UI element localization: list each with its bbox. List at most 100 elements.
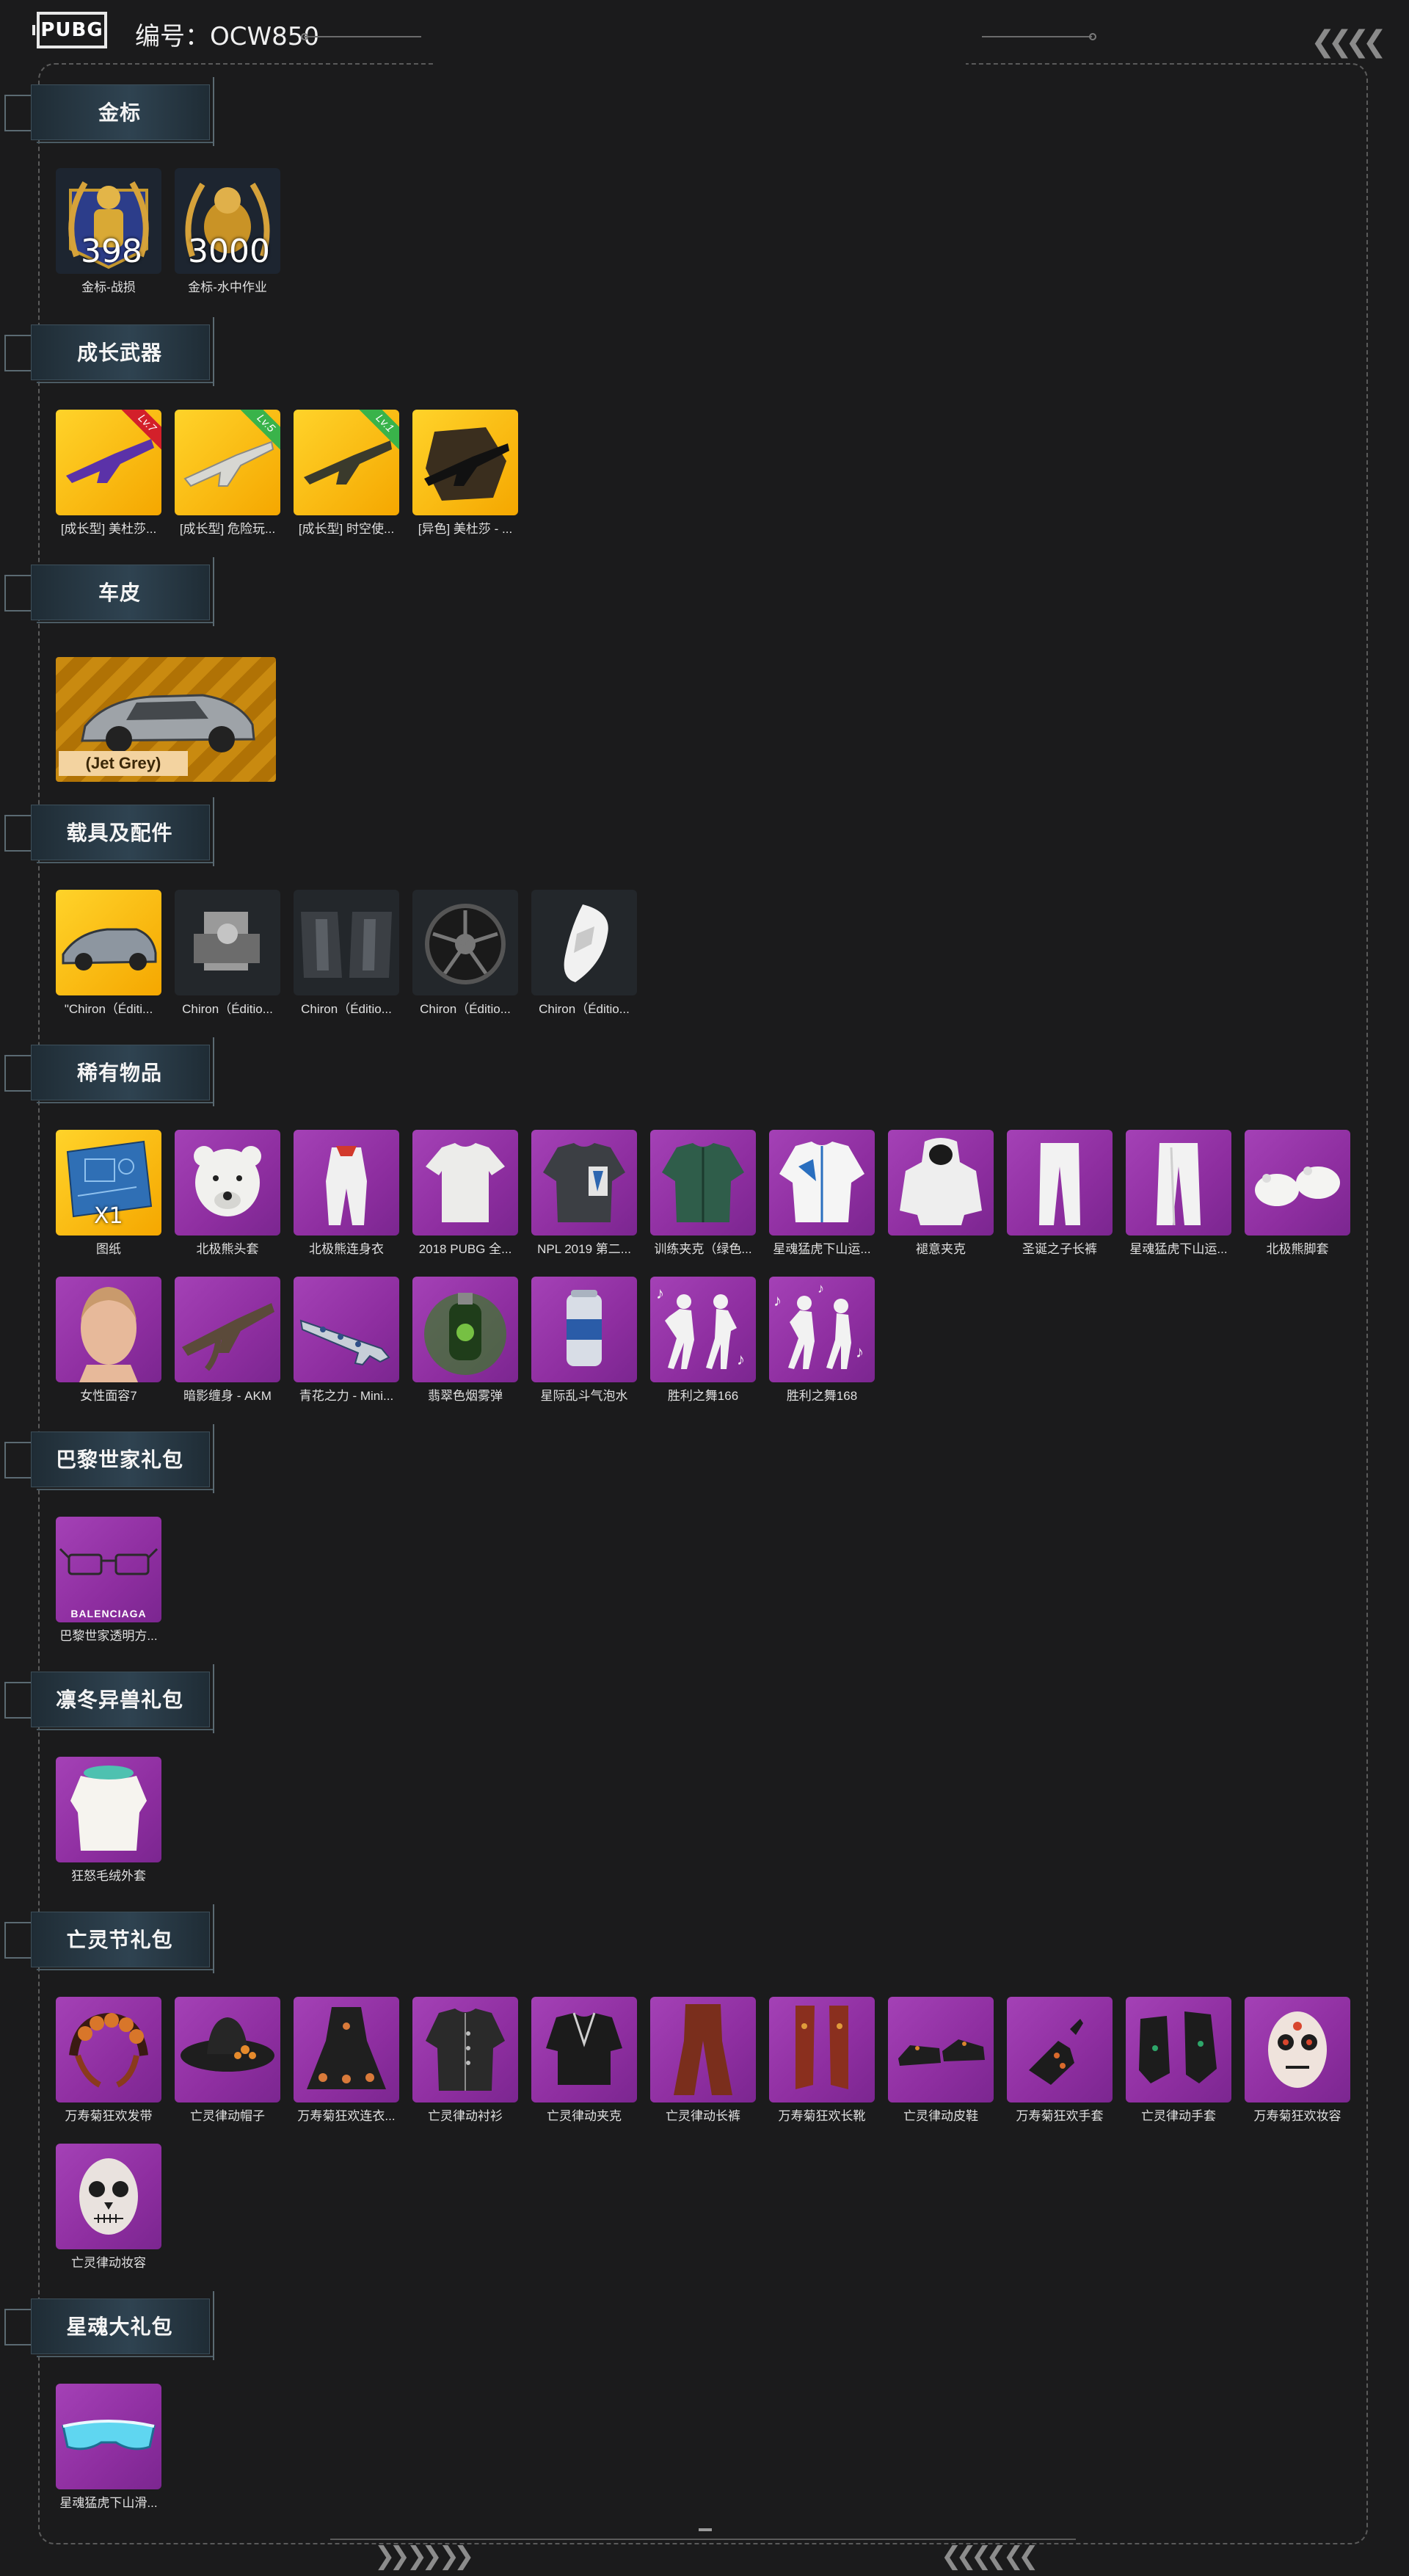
item-vehicle-2[interactable]: Chiron（Éditio... <box>175 890 280 1018</box>
section-header: 巴黎世家礼包 <box>4 1424 214 1493</box>
item-label: 万寿菊狂欢长靴 <box>778 2109 866 2123</box>
item-rare-3[interactable]: 北极熊连身衣 <box>294 1130 399 1258</box>
vehicle-thumb <box>294 890 399 995</box>
item-rare-17[interactable]: ♪ ♪ 胜利之舞166 <box>650 1277 756 1405</box>
item-gold-1[interactable]: 398 金标-战损 <box>56 168 161 297</box>
item-label: 翡翠色烟雾弹 <box>428 1389 503 1403</box>
item-rare-5[interactable]: NPL 2019 第二... <box>531 1130 637 1258</box>
item-thumb: ♪ ♪ <box>650 1277 756 1382</box>
item-rare-1[interactable]: X1 图纸 <box>56 1130 161 1258</box>
item-label: 星魂猛虎下山运... <box>773 1242 871 1256</box>
item-dead-5[interactable]: 亡灵律动夹克 <box>531 1997 637 2125</box>
vehicle-thumb <box>175 890 280 995</box>
item-label: 北极熊头套 <box>196 1242 259 1256</box>
section-title: 亡灵节礼包 <box>66 1929 173 1951</box>
item-thumb <box>412 1130 518 1236</box>
item-label: 亡灵律动皮鞋 <box>903 2109 978 2123</box>
item-label: 北极熊连身衣 <box>309 1242 384 1256</box>
section-header: 亡灵节礼包 <box>4 1904 214 1973</box>
item-label: 金标-水中作业 <box>188 280 267 294</box>
item-rare-2[interactable]: 北极熊头套 <box>175 1130 280 1258</box>
item-weapon-1[interactable]: Lv.7 [成长型] 美杜莎... <box>56 410 161 538</box>
item-dead-12[interactable]: 亡灵律动妆容 <box>56 2144 161 2272</box>
section-header: 星魂大礼包 <box>4 2291 214 2360</box>
item-label: 亡灵律动妆容 <box>71 2256 146 2270</box>
item-dead-10[interactable]: 亡灵律动手套 <box>1126 1997 1231 2125</box>
item-rare-8[interactable]: 褪意夹克 <box>888 1130 994 1258</box>
item-rare-16[interactable]: 星际乱斗气泡水 <box>531 1277 637 1405</box>
gold-badge-thumb: 398 <box>56 168 161 274</box>
svg-text:♪: ♪ <box>737 1350 745 1368</box>
item-label: 金标-战损 <box>81 280 136 294</box>
svg-text:♪: ♪ <box>856 1343 864 1361</box>
item-label: 青花之力 - Mini... <box>299 1389 394 1403</box>
item-dead-1[interactable]: 万寿菊狂欢发带 <box>56 1997 161 2125</box>
item-dead-2[interactable]: 亡灵律动帽子 <box>175 1997 280 2125</box>
item-thumb <box>650 1130 756 1236</box>
item-thumb: BALENCIAGA <box>56 1517 161 1622</box>
item-label: "Chiron（Éditi... <box>64 1002 153 1016</box>
item-vehicle-5[interactable]: Chiron（Éditio... <box>531 890 637 1018</box>
item-label: 暗影缠身 - AKM <box>183 1389 272 1403</box>
item-dead-9[interactable]: 万寿菊狂欢手套 <box>1007 1997 1113 2125</box>
item-weapon-4[interactable]: [异色] 美杜莎 - ... <box>412 410 518 538</box>
item-dead-7[interactable]: 万寿菊狂欢长靴 <box>769 1997 875 2125</box>
gold-badge-thumb: 3000 <box>175 168 280 274</box>
item-thumb <box>531 1277 637 1382</box>
vehicle-thumb <box>412 890 518 995</box>
car-skin-card[interactable]: (Jet Grey) <box>56 657 276 782</box>
header-line-right <box>982 36 1092 37</box>
section-title: 星魂大礼包 <box>66 2315 173 2338</box>
item-vehicle-1[interactable]: "Chiron（Éditi... <box>56 890 161 1018</box>
item-rare-6[interactable]: 训练夹克（绿色... <box>650 1130 756 1258</box>
item-thumb <box>1007 1997 1113 2102</box>
item-gold-2[interactable]: 3000 金标-水中作业 <box>175 168 280 297</box>
item-rare-4[interactable]: 2018 PUBG 全... <box>412 1130 518 1258</box>
item-rare-11[interactable]: 北极熊脚套 <box>1245 1130 1350 1258</box>
item-rare-7[interactable]: 星魂猛虎下山运... <box>769 1130 875 1258</box>
bottom-divider <box>330 2539 1076 2540</box>
item-label: 万寿菊狂欢手套 <box>1016 2109 1104 2123</box>
item-thumb <box>294 1130 399 1236</box>
item-rare-9[interactable]: 圣诞之子长裤 <box>1007 1130 1113 1258</box>
item-rare-15[interactable]: 翡翠色烟雾弹 <box>412 1277 518 1405</box>
item-vehicle-4[interactable]: Chiron（Éditio... <box>412 890 518 1018</box>
item-label: Chiron（Éditio... <box>182 1002 273 1016</box>
vehicle-thumb <box>531 890 637 995</box>
item-dead-11[interactable]: 万寿菊狂欢妆容 <box>1245 1997 1350 2125</box>
item-thumb <box>294 1277 399 1382</box>
item-label: [成长型] 美杜莎... <box>60 522 157 536</box>
item-label: 胜利之舞168 <box>786 1389 858 1403</box>
item-thumb <box>56 2144 161 2249</box>
serial-number: 编号：OCW850 <box>135 22 320 51</box>
item-label: 巴黎世家透明方... <box>59 1629 158 1643</box>
item-rare-18[interactable]: ♪ ♪ ♪ 胜利之舞168 <box>769 1277 875 1405</box>
section-title: 车皮 <box>98 581 141 604</box>
item-rare-10[interactable]: 星魂猛虎下山运... <box>1126 1130 1231 1258</box>
section-title: 稀有物品 <box>76 1062 162 1084</box>
item-rare-14[interactable]: 青花之力 - Mini... <box>294 1277 399 1405</box>
item-dead-6[interactable]: 亡灵律动长裤 <box>650 1997 756 2125</box>
item-label: 星际乱斗气泡水 <box>540 1389 628 1403</box>
section-title: 金标 <box>98 101 141 124</box>
item-thumb <box>531 1130 637 1236</box>
item-rare-12[interactable]: 女性面容7 <box>56 1277 161 1405</box>
item-dead-8[interactable]: 亡灵律动皮鞋 <box>888 1997 994 2125</box>
chevrons-right-icon: ❯❯ ❯❯ ❯❯ <box>374 2541 475 2571</box>
item-label: 万寿菊狂欢连衣... <box>297 2109 396 2123</box>
item-winter-1[interactable]: 狂怒毛绒外套 <box>56 1757 161 1885</box>
item-vehicle-3[interactable]: Chiron（Éditio... <box>294 890 399 1018</box>
item-rare-13[interactable]: 暗影缠身 - AKM <box>175 1277 280 1405</box>
item-label: [成长型] 时空使... <box>298 522 395 536</box>
item-balenciaga-1[interactable]: BALENCIAGA 巴黎世家透明方... <box>56 1517 161 1645</box>
item-weapon-3[interactable]: Lv.1 [成长型] 时空使... <box>294 410 399 538</box>
section-header: 稀有物品 <box>4 1037 214 1106</box>
item-thumb <box>56 2384 161 2489</box>
item-dead-4[interactable]: 亡灵律动衬衫 <box>412 1997 518 2125</box>
item-weapon-2[interactable]: Lv.5 [成长型] 危险玩... <box>175 410 280 538</box>
item-label: 星魂猛虎下山运... <box>1129 1242 1228 1256</box>
item-label: Chiron（Éditio... <box>301 1002 392 1016</box>
item-dead-3[interactable]: 万寿菊狂欢连衣... <box>294 1997 399 2125</box>
chevrons-left-icon: ❮❮❮❮ <box>1310 25 1387 59</box>
item-star-1[interactable]: 星魂猛虎下山滑... <box>56 2384 161 2512</box>
